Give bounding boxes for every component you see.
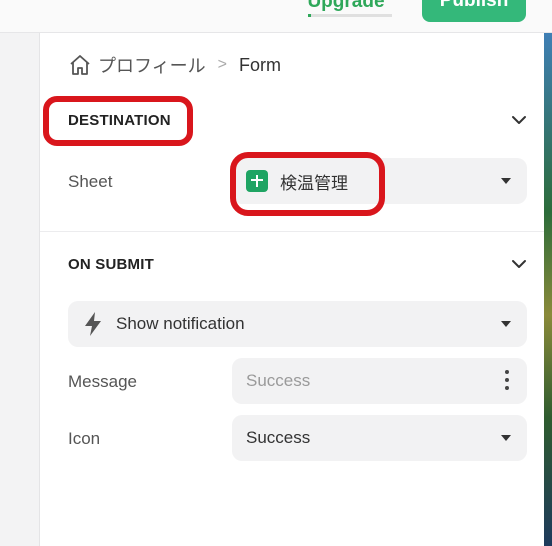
breadcrumb-parent[interactable]: プロフィール: [98, 52, 206, 78]
more-vertical-icon[interactable]: [505, 370, 509, 390]
chevron-down-icon[interactable]: [511, 114, 527, 126]
upgrade-progress: [308, 14, 392, 17]
submit-action-value: Show notification: [116, 314, 245, 333]
breadcrumb: プロフィール > Form: [68, 52, 281, 78]
message-label: Message: [68, 372, 137, 391]
section-divider: [40, 231, 544, 232]
icon-label: Icon: [68, 429, 101, 448]
on-submit-title: ON SUBMIT: [68, 256, 154, 273]
home-icon[interactable]: [68, 53, 92, 77]
caret-down-icon: [501, 321, 511, 327]
submit-action-select[interactable]: Show notification: [68, 301, 527, 347]
breadcrumb-current: Form: [238, 54, 281, 75]
breadcrumb-separator: >: [217, 56, 227, 73]
icon-select[interactable]: Success: [232, 415, 527, 461]
lightning-icon: [85, 312, 101, 336]
annotation-circle: [230, 152, 385, 216]
publish-button[interactable]: Publish: [422, 0, 526, 22]
left-pane: [0, 33, 40, 546]
annotation-circle: [43, 96, 193, 146]
icon-select-value: Success: [246, 428, 311, 447]
caret-down-icon: [501, 435, 511, 441]
message-placeholder: Success: [246, 371, 311, 390]
background-image: [544, 33, 552, 546]
sheet-label: Sheet: [68, 172, 113, 191]
chevron-down-icon[interactable]: [511, 258, 527, 270]
top-bar: Upgrade Publish: [0, 0, 552, 33]
caret-down-icon: [501, 178, 511, 184]
message-input[interactable]: Success: [232, 358, 527, 404]
